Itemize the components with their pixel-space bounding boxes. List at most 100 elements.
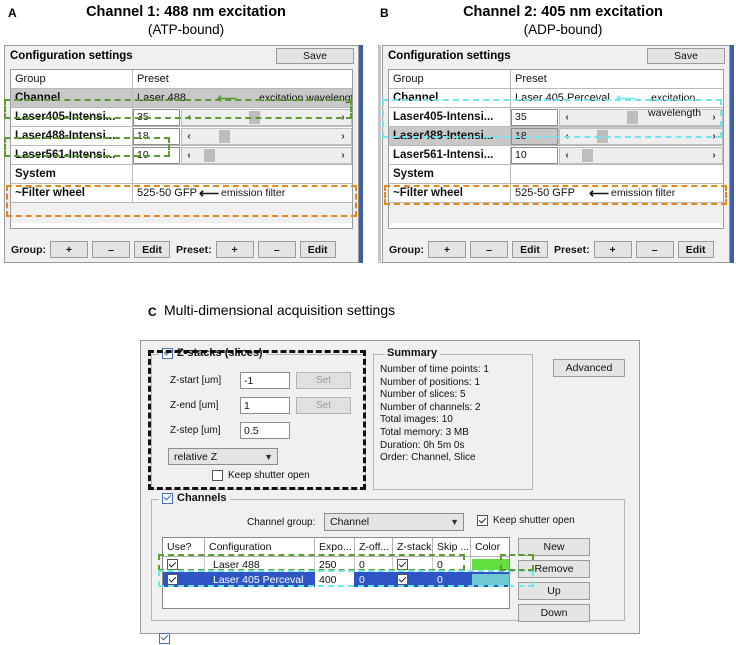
laser561-intensity-input-b[interactable]: 10	[511, 146, 558, 164]
slider-right-arrow-icon[interactable]: ›	[336, 150, 350, 161]
preset-remove-button-a[interactable]: –	[257, 241, 296, 258]
channel-exposure-1[interactable]: 250	[315, 557, 355, 572]
laser488-intensity-input-b[interactable]: 18	[511, 127, 558, 145]
slider-right-arrow-icon[interactable]: ›	[707, 112, 721, 123]
zstacks-checkbox[interactable]	[162, 347, 173, 359]
table-row[interactable]: Laser405-Intensi... 35 ‹ › wavelength	[389, 108, 723, 127]
channel-use-checkbox-1[interactable]	[167, 559, 178, 570]
slider-left-arrow-icon[interactable]: ‹	[560, 131, 574, 142]
bottom-partial-checkbox[interactable]	[159, 632, 170, 644]
zstep-input[interactable]: 0.5	[240, 422, 290, 439]
save-button-a[interactable]: Save	[276, 48, 354, 64]
table-row[interactable]: Laser 488 250 0 0	[163, 557, 509, 572]
slider-left-arrow-icon[interactable]: ‹	[560, 112, 574, 123]
channels-keep-shutter-row[interactable]: Keep shutter open	[477, 515, 575, 526]
slider-thumb[interactable]	[219, 129, 230, 143]
group-edit-button-a[interactable]: Edit	[134, 241, 170, 258]
group-remove-button-b[interactable]: –	[470, 241, 508, 258]
group-edit-button-b[interactable]: Edit	[512, 241, 548, 258]
laser488-slider-b[interactable]: ‹ ›	[559, 127, 723, 145]
slider-left-arrow-icon[interactable]: ‹	[182, 112, 196, 123]
table-row[interactable]: Laser488-Intensi... 18 ‹ ›	[389, 127, 723, 146]
channel-use-cell-1[interactable]	[163, 557, 205, 572]
channel-zstack-checkbox-2[interactable]	[397, 574, 408, 585]
slider-thumb[interactable]	[204, 148, 215, 162]
table-row[interactable]: System	[389, 165, 723, 184]
channel-use-cell-2[interactable]	[163, 572, 205, 587]
advanced-button[interactable]: Advanced	[553, 359, 625, 377]
laser488-slider-a[interactable]: ‹ ›	[181, 127, 352, 145]
zstacks-keep-shutter-row[interactable]: Keep shutter open	[212, 470, 310, 481]
preset-remove-button-b[interactable]: –	[635, 241, 674, 258]
zstacks-keep-shutter-checkbox[interactable]	[212, 470, 223, 481]
channels-up-button[interactable]: Up	[518, 582, 590, 600]
table-row[interactable]: Channel Laser 488 ⟵ excitation wavelengt…	[11, 89, 352, 108]
table-row[interactable]: ~Filter wheel 525-50 GFP ⟵ emission filt…	[389, 184, 723, 203]
channel-color-cell-2[interactable]	[471, 572, 509, 587]
table-row[interactable]: ~Filter wheel 525-50 GFP ⟵ emission filt…	[11, 184, 352, 203]
table-row[interactable]: Laser561-Intensi... 10 ‹ ›	[389, 146, 723, 165]
table-row[interactable]: System	[11, 165, 352, 184]
laser405-slider-a[interactable]: ‹ ›	[181, 108, 352, 126]
slider-left-arrow-icon[interactable]: ‹	[182, 131, 196, 142]
channel-color-cell-1[interactable]	[471, 557, 509, 572]
laser561-slider-a[interactable]: ‹ ›	[181, 146, 352, 164]
channels-down-button[interactable]: Down	[518, 604, 590, 622]
slider-right-arrow-icon[interactable]: ›	[707, 131, 721, 142]
slider-left-arrow-icon[interactable]: ‹	[560, 150, 574, 161]
channel-color-swatch-1[interactable]	[472, 559, 509, 570]
slider-right-arrow-icon[interactable]: ›	[336, 112, 350, 123]
channel-skip-2[interactable]: 0	[433, 572, 471, 587]
channels-remove-button[interactable]: Remove	[518, 560, 590, 578]
slider-left-arrow-icon[interactable]: ‹	[182, 150, 196, 161]
slider-thumb[interactable]	[627, 110, 638, 124]
zstart-input[interactable]: -1	[240, 372, 290, 389]
channel-color-swatch-2[interactable]	[472, 574, 509, 585]
table-row[interactable]: Channel Laser 405 Perceval ⟵ excitation	[389, 89, 723, 108]
channel-zoffset-2[interactable]: 0	[355, 572, 393, 587]
channel-zstack-cell-2[interactable]	[393, 572, 433, 587]
table-row[interactable]: Laser 405 Perceval 400 0 0	[163, 572, 509, 587]
preset-add-button-a[interactable]: +	[215, 241, 254, 258]
zend-input[interactable]: 1	[240, 397, 290, 414]
channels-keep-shutter-checkbox[interactable]	[477, 515, 488, 526]
slider-thumb[interactable]	[582, 148, 593, 162]
preset-edit-button-b[interactable]: Edit	[677, 241, 714, 258]
group-add-button-b[interactable]: +	[428, 241, 466, 258]
channel-zstack-checkbox-1[interactable]	[397, 559, 408, 570]
zend-set-button[interactable]: Set	[296, 397, 351, 414]
bottom-partial-checkbox-row[interactable]	[159, 627, 170, 645]
laser405-intensity-input-b[interactable]: 35	[511, 108, 558, 126]
scrollbar-a[interactable]	[359, 45, 363, 263]
scrollbar-b[interactable]	[730, 45, 734, 263]
row-control-laser561-b: 10 ‹ ›	[511, 146, 723, 164]
table-row[interactable]: Laser405-Intensi... 35 ‹ ›	[11, 108, 352, 127]
slider-right-arrow-icon[interactable]: ›	[336, 131, 350, 142]
group-add-button-a[interactable]: +	[50, 241, 88, 258]
save-button-b[interactable]: Save	[647, 48, 725, 64]
channel-zoffset-1[interactable]: 0	[355, 557, 393, 572]
slider-thumb[interactable]	[597, 129, 608, 143]
preset-add-button-b[interactable]: +	[593, 241, 632, 258]
zstart-set-button[interactable]: Set	[296, 372, 351, 389]
group-remove-button-a[interactable]: –	[92, 241, 130, 258]
row-control-laser488-a: 18 ‹ ›	[133, 127, 352, 145]
scrollbar-b-left[interactable]	[378, 45, 381, 263]
laser405-intensity-input-a[interactable]: 35	[133, 108, 180, 126]
laser561-slider-b[interactable]: ‹ ›	[559, 146, 723, 164]
table-row[interactable]: Laser488-Intensi... 18 ‹ ›	[11, 127, 352, 146]
slider-right-arrow-icon[interactable]: ›	[707, 150, 721, 161]
channels-checkbox[interactable]	[162, 492, 173, 504]
z-mode-dropdown[interactable]: relative Z ▼	[168, 448, 278, 465]
table-row[interactable]: Laser561-Intensi... 10 ‹ ›	[11, 146, 352, 165]
preset-edit-button-a[interactable]: Edit	[299, 241, 336, 258]
channel-exposure-2[interactable]: 400	[315, 572, 355, 587]
channel-zstack-cell-1[interactable]	[393, 557, 433, 572]
laser561-intensity-input-a[interactable]: 10	[133, 146, 180, 164]
channel-group-dropdown[interactable]: Channel ▼	[324, 513, 464, 531]
laser488-intensity-input-a[interactable]: 18	[133, 127, 180, 145]
channels-new-button[interactable]: New	[518, 538, 590, 556]
channel-use-checkbox-2[interactable]	[167, 574, 178, 585]
channel-skip-1[interactable]: 0	[433, 557, 471, 572]
slider-thumb[interactable]	[249, 110, 260, 124]
